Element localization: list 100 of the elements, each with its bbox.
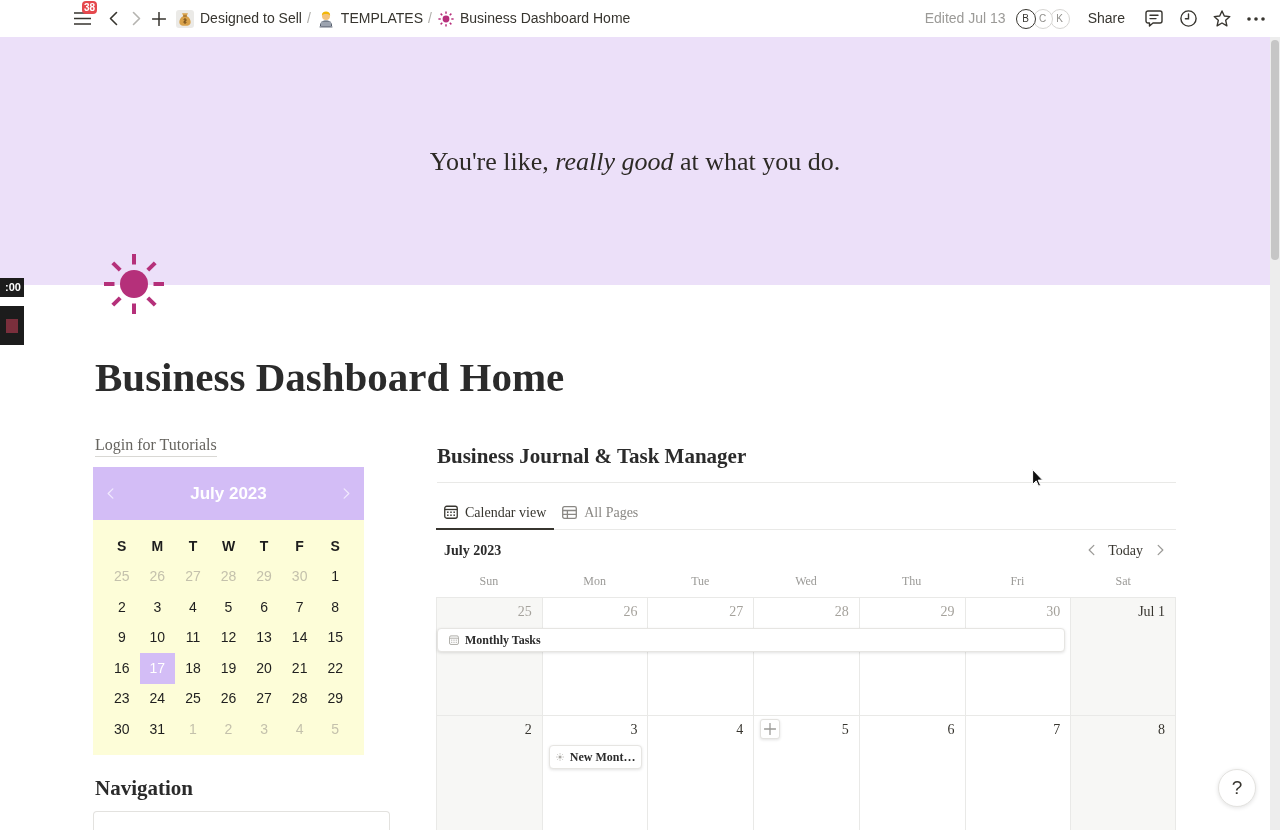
- notification-badge: 38: [82, 0, 98, 14]
- calendar-date[interactable]: 30: [104, 714, 140, 745]
- calendar-date[interactable]: 8: [317, 592, 353, 623]
- stop-icon: [6, 318, 18, 333]
- calendar-date[interactable]: 31: [139, 714, 176, 745]
- clock-icon: [1179, 10, 1197, 27]
- day-number: 3: [630, 721, 638, 739]
- breadcrumb-link[interactable]: Business Dashboard Home: [437, 8, 631, 29]
- calendar-date[interactable]: 7: [281, 592, 318, 623]
- star-icon: [1213, 10, 1231, 27]
- calendar-day-cell[interactable]: 7: [964, 715, 1071, 830]
- day-number: 29: [940, 603, 955, 621]
- sun-icon: [437, 10, 454, 27]
- scrollbar-thumb[interactable]: [1271, 40, 1279, 260]
- calendar-date[interactable]: 18: [175, 653, 211, 684]
- user-avatar[interactable]: B: [1015, 8, 1036, 29]
- breadcrumb-separator: /: [306, 9, 311, 28]
- previous-month-button[interactable]: [107, 488, 114, 499]
- breadcrumb-separator: /: [428, 9, 432, 28]
- calendar-date[interactable]: 25: [175, 683, 211, 714]
- weekday-label: Mon: [582, 573, 607, 590]
- event-bar[interactable]: Monthly Tasks: [437, 628, 1066, 652]
- calendar-date[interactable]: 10: [139, 622, 176, 653]
- chevron-left-icon: [107, 488, 114, 499]
- comments-button[interactable]: [1144, 8, 1164, 29]
- money-bag-icon: [176, 9, 194, 28]
- day-number: 5: [841, 721, 849, 739]
- page-title: Business Dashboard Home: [95, 353, 566, 402]
- calendar-date[interactable]: 4: [175, 592, 211, 623]
- weekday-label: S: [329, 536, 341, 556]
- sun-icon: [103, 253, 165, 315]
- calendar-date[interactable]: 3: [139, 592, 176, 623]
- calendar-date[interactable]: 15: [317, 622, 353, 653]
- view-tab[interactable]: All Pages: [554, 496, 647, 530]
- weekday-label: Sun: [478, 573, 500, 590]
- favorite-button[interactable]: [1212, 8, 1232, 29]
- add-event-button[interactable]: [760, 719, 781, 739]
- breadcrumb-link[interactable]: TEMPLATES: [316, 8, 424, 29]
- calendar-date[interactable]: 28: [281, 683, 318, 714]
- calendar-date[interactable]: 21: [281, 653, 318, 684]
- calendar-date[interactable]: 27: [246, 683, 282, 714]
- next-month-button[interactable]: [343, 488, 350, 499]
- calendar-month-title: July 2023: [444, 541, 502, 560]
- day-number: 8: [1158, 721, 1165, 739]
- calendar-day-cell[interactable]: 4: [647, 715, 754, 830]
- day-number: 25: [517, 603, 532, 621]
- weekday-label: T: [258, 536, 270, 556]
- weekday-label: S: [116, 536, 128, 556]
- calendar-day-cell[interactable]: 3 New Mont…: [541, 715, 648, 830]
- weekday-label: Thu: [901, 573, 923, 590]
- day-number: 26: [623, 603, 638, 621]
- weekday-label: T: [187, 536, 199, 556]
- calendar-icon: [444, 505, 458, 519]
- calendar-date[interactable]: 11: [175, 622, 211, 653]
- calendar-date[interactable]: 14: [281, 622, 318, 653]
- calendar-date[interactable]: 29: [317, 683, 353, 714]
- sun-icon: [555, 752, 564, 762]
- share-button[interactable]: Share: [1085, 8, 1127, 29]
- help-button[interactable]: ?: [1218, 769, 1256, 807]
- calendar-date[interactable]: 1: [317, 561, 353, 592]
- weekday-label: W: [220, 536, 237, 556]
- tutorials-link[interactable]: Login for Tutorials: [95, 434, 217, 457]
- calendar-date[interactable]: 12: [210, 622, 247, 653]
- calendar-date[interactable]: 9: [104, 622, 140, 653]
- menu-icon: [74, 12, 91, 25]
- user-avatar[interactable]: C: [1032, 8, 1053, 29]
- calendar-date[interactable]: 26: [210, 683, 247, 714]
- event-card[interactable]: New Mont…: [548, 745, 643, 769]
- cover-quote: You're like, really good at what you do.: [429, 145, 841, 178]
- calendar-date[interactable]: 23: [104, 683, 140, 714]
- comment-icon: [1145, 10, 1163, 27]
- calendar-date[interactable]: 19: [210, 653, 247, 684]
- weekday-label: Sat: [1114, 573, 1132, 590]
- breadcrumb-link[interactable]: Designed to Sell: [176, 8, 302, 29]
- calendar-date[interactable]: 5: [210, 592, 247, 623]
- today-button[interactable]: Today: [1099, 539, 1152, 561]
- weekday-label: Fri: [1009, 573, 1026, 590]
- history-button[interactable]: [1178, 8, 1198, 29]
- calendar-day-cell[interactable]: Jul 1: [1070, 597, 1176, 715]
- view-tab[interactable]: Calendar view: [436, 496, 555, 530]
- calendar-day-cell[interactable]: 2: [436, 715, 542, 830]
- calendar-date[interactable]: 13: [246, 622, 282, 653]
- plus-icon: [764, 723, 777, 735]
- weekday-label: F: [294, 536, 305, 556]
- calendar-day-cell[interactable]: 8: [1070, 715, 1176, 830]
- calendar-date[interactable]: 20: [246, 653, 282, 684]
- calendar-date[interactable]: 16: [104, 653, 140, 684]
- chevron-left-icon: [108, 11, 118, 26]
- calendar-date[interactable]: 24: [139, 683, 176, 714]
- calendar-date[interactable]: 22: [317, 653, 353, 684]
- recording-stop-button[interactable]: [0, 306, 24, 345]
- calendar-day-cell[interactable]: 5: [753, 715, 859, 830]
- calendar-date[interactable]: 2: [104, 592, 140, 623]
- day-number: 4: [736, 721, 744, 739]
- calendar-date[interactable]: 6: [246, 592, 282, 623]
- more-icon: [1247, 16, 1265, 21]
- day-number: 6: [947, 721, 955, 739]
- recording-timer: :00: [0, 278, 24, 297]
- section-heading: Navigation: [95, 774, 194, 802]
- calendar-day-cell[interactable]: 6: [858, 715, 965, 830]
